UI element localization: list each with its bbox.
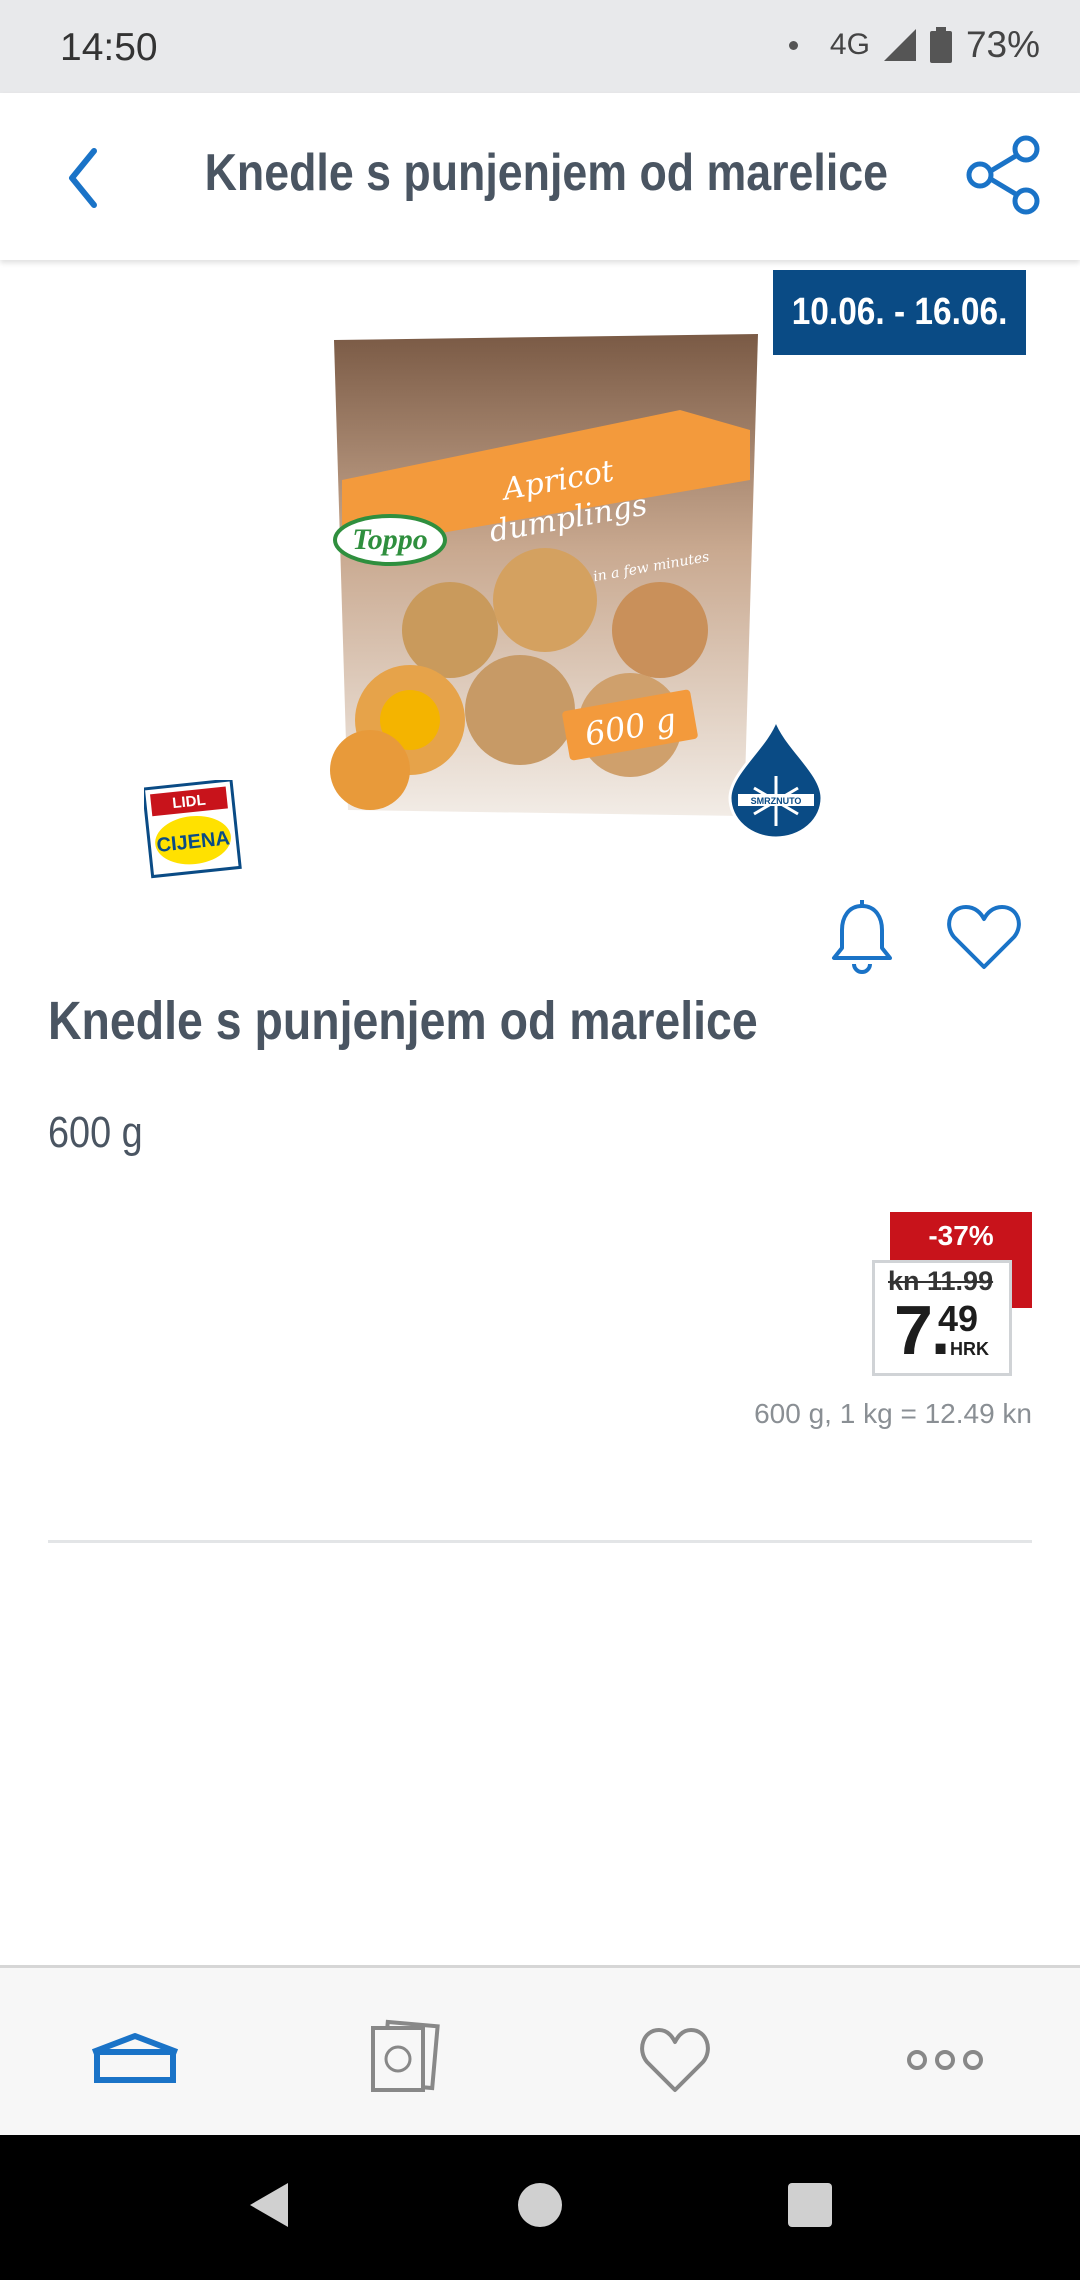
leaflet-icon[interactable]	[355, 2018, 455, 2098]
notification-dot-icon	[788, 40, 798, 50]
share-icon[interactable]	[964, 135, 1044, 215]
signal-icon	[883, 29, 916, 61]
product-image: Toppo Apricot dumplings ready in a few m…	[330, 334, 758, 816]
system-navigation-bar	[0, 2135, 1080, 2280]
app-bar: Knedle s punjenjem od marelice	[0, 93, 1080, 260]
badge-lidl-text: LIDL	[172, 792, 207, 812]
page-title: Knedle s punjenjem od marelice	[204, 144, 889, 202]
product-weight: 600 g	[48, 1108, 143, 1157]
battery-icon	[929, 27, 952, 63]
more-icon[interactable]	[895, 2018, 995, 2098]
network-type: 4G	[829, 28, 870, 61]
home-button-icon[interactable]	[510, 2175, 570, 2235]
price-currency: HRK	[950, 1339, 989, 1359]
status-time: 14:50	[60, 26, 158, 69]
chevron-left-icon[interactable]	[54, 133, 114, 223]
recents-icon[interactable]	[780, 2175, 840, 2235]
heart-icon[interactable]	[625, 2018, 725, 2098]
lidl-cijena-badge: LIDL CIJENA	[144, 780, 242, 879]
frozen-icon: SMRZNUTO	[728, 718, 824, 838]
bell-icon[interactable]	[830, 900, 894, 974]
frozen-label: SMRZNUTO	[751, 796, 802, 806]
validity-date-badge: 10.06. - 16.06.	[773, 270, 1026, 355]
home-icon[interactable]	[85, 2018, 185, 2098]
status-bar: 14:50 4G 73%	[0, 0, 1080, 93]
status-icons: 4G 73%	[788, 24, 1040, 66]
favorite-heart-icon[interactable]	[946, 903, 1022, 971]
bottom-navigation	[0, 1965, 1080, 2138]
battery-percent: 73%	[965, 24, 1040, 65]
date-range: 10.06. - 16.06.	[791, 291, 1008, 333]
price-cents: 49	[938, 1298, 979, 1339]
discount-text: -37%	[928, 1220, 994, 1251]
divider	[48, 1540, 1032, 1543]
unit-price: 600 g, 1 kg = 12.49 kn	[754, 1398, 1032, 1429]
product-title: Knedle s punjenjem od marelice	[48, 991, 758, 1051]
back-icon[interactable]	[240, 2175, 300, 2235]
brand-logo: Toppo	[352, 523, 428, 556]
